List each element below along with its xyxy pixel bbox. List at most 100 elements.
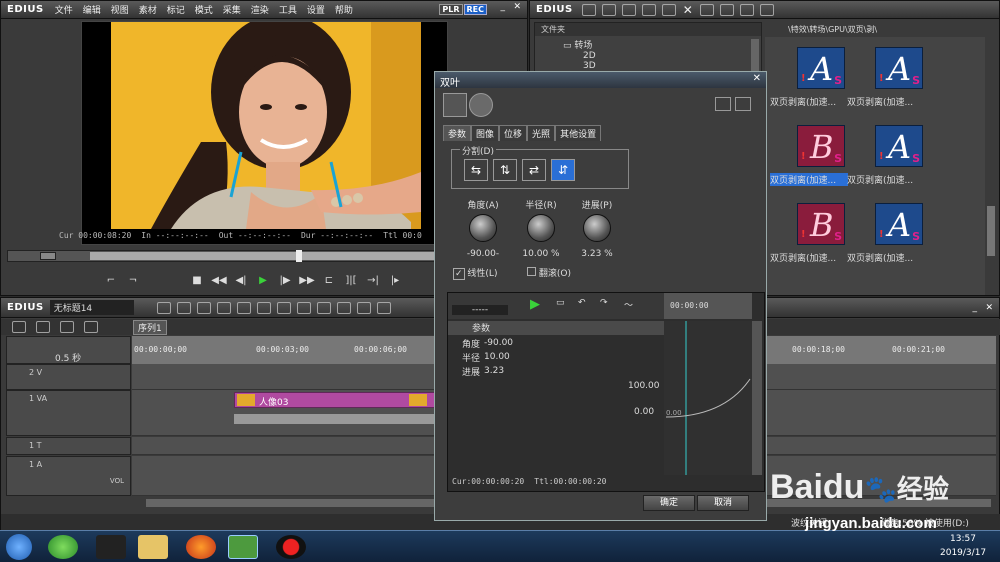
tool-icon-5[interactable] — [236, 301, 251, 314]
menu-item-3[interactable]: 素材 — [134, 6, 162, 16]
razor-icon[interactable] — [36, 321, 50, 333]
rewind-icon[interactable]: ◀◀ — [209, 272, 229, 288]
lock-icon[interactable] — [759, 3, 774, 16]
layers-icon[interactable] — [621, 3, 636, 16]
angle-knob[interactable] — [469, 214, 497, 242]
stop-icon[interactable]: ■ — [187, 272, 207, 288]
set-out-icon[interactable]: ¬ — [123, 272, 143, 288]
firefox-icon[interactable] — [186, 535, 216, 559]
kf-play-icon[interactable]: ▶ — [530, 297, 540, 312]
thumb-4[interactable]: B! S — [797, 203, 845, 245]
thumb-1[interactable]: A! S — [875, 47, 923, 89]
tool-icon-2[interactable] — [176, 301, 191, 314]
clip-audio[interactable] — [234, 414, 438, 424]
close-icon[interactable]: ✕ — [985, 303, 993, 313]
kf-vscroll[interactable] — [752, 321, 762, 475]
kf-redo-icon[interactable]: ↷ — [600, 298, 608, 308]
param-progress[interactable]: 进展 3.23 — [462, 364, 662, 378]
tool-icon-11[interactable] — [356, 301, 371, 314]
close-icon[interactable]: ✕ — [513, 2, 521, 12]
in-out-icon[interactable]: ]|[ — [341, 272, 361, 288]
menu-item-2[interactable]: 视图 — [106, 6, 134, 16]
menu-item-8[interactable]: 工具 — [274, 6, 302, 16]
menu-item-7[interactable]: 渲染 — [246, 6, 274, 16]
kf-combo[interactable]: ----- — [452, 305, 508, 315]
menu-item-6[interactable]: 采集 — [218, 6, 246, 16]
split-vertical-button[interactable]: ⇅ — [493, 159, 517, 181]
folder-2d[interactable]: 2D — [535, 51, 761, 61]
palette-icon[interactable] — [443, 93, 467, 117]
delete-icon[interactable]: ✕ — [683, 3, 693, 17]
minimize-icon[interactable]: _ — [501, 2, 506, 12]
kf-ruler[interactable]: 00:00:00 — [664, 293, 752, 319]
kf-graph-icon[interactable]: 〜 — [624, 298, 633, 311]
recorder-icon[interactable] — [276, 535, 306, 559]
folder-3d[interactable]: 3D — [535, 61, 761, 71]
view-icon[interactable] — [739, 3, 754, 16]
step-forward-icon[interactable]: |▶ — [275, 272, 295, 288]
folder-root[interactable]: ▭ 转场 — [535, 38, 761, 51]
insert-icon[interactable]: →| — [363, 272, 383, 288]
dialog-tab-2[interactable]: 位移 — [499, 125, 528, 141]
tool-icon-7[interactable] — [276, 301, 291, 314]
dialog-tab-0[interactable]: 参数 — [443, 125, 472, 141]
qq-icon[interactable] — [96, 535, 126, 559]
tool-icon-10[interactable] — [336, 301, 351, 314]
thumb-2[interactable]: B! S — [797, 125, 845, 167]
overwrite-icon[interactable]: |▸ — [385, 272, 405, 288]
monitor-icon[interactable] — [601, 3, 616, 16]
tool-icon-9[interactable] — [316, 301, 331, 314]
kf-monitor-icon[interactable]: ▭ — [556, 298, 565, 308]
kf-undo-icon[interactable]: ↶ — [578, 298, 586, 308]
effects-icon[interactable] — [699, 3, 714, 16]
track-header-1va[interactable]: 1 VA — [6, 390, 131, 436]
snap-icon[interactable] — [84, 321, 98, 333]
split-horizontal-button[interactable]: ⇆ — [464, 159, 488, 181]
track-header-1a[interactable]: 1 A VOL — [6, 456, 131, 496]
kf-param-header[interactable]: 参数 — [448, 321, 664, 335]
menu-item-10[interactable]: 帮助 — [330, 6, 358, 16]
load-preset-icon[interactable] — [735, 97, 751, 111]
kf-graph[interactable]: 0.00 — [664, 321, 752, 475]
app-icon-green[interactable] — [48, 535, 78, 559]
menu-item-5[interactable]: 模式 — [190, 6, 218, 16]
minimize-icon[interactable]: _ — [973, 303, 978, 313]
arrow-icon[interactable] — [641, 3, 656, 16]
split-horizontal-alt-button[interactable]: ⇄ — [522, 159, 546, 181]
loop-icon[interactable]: ⊏ — [319, 272, 339, 288]
thumb-3[interactable]: A! S — [875, 125, 923, 167]
tool-icon-3[interactable] — [196, 301, 211, 314]
menu-item-4[interactable]: 标记 — [162, 6, 190, 16]
rec-toggle[interactable]: REC — [463, 4, 487, 15]
param-radius[interactable]: 半径 10.00 — [462, 350, 662, 364]
menu-item-0[interactable]: 文件 — [50, 6, 78, 16]
dialog-tab-4[interactable]: 其他设置 — [555, 125, 602, 141]
menu-item-1[interactable]: 编辑 — [78, 6, 106, 16]
param-angle[interactable]: 角度 -90.00 — [462, 336, 662, 350]
shuttle-handle[interactable] — [40, 252, 56, 260]
tool-icon-1[interactable] — [156, 301, 171, 314]
split-vertical-alt-button[interactable]: ⇵ — [551, 159, 575, 181]
start-icon[interactable] — [6, 534, 32, 560]
tool-icon-4[interactable] — [216, 301, 231, 314]
linear-checkbox[interactable]: ✓ 线性(L) — [453, 266, 497, 280]
dialog-tab-1[interactable]: 图像 — [471, 125, 500, 141]
list-icon[interactable] — [719, 3, 734, 16]
tool-icon-6[interactable] — [256, 301, 271, 314]
scrub-bar[interactable] — [7, 250, 437, 262]
playhead-marker[interactable] — [296, 250, 302, 262]
tool-icon-12[interactable] — [376, 301, 391, 314]
track-header-1t[interactable]: 1 T — [6, 437, 131, 455]
progress-knob[interactable] — [583, 214, 611, 242]
dialog-close-icon[interactable]: ✕ — [753, 73, 761, 84]
thumb-0[interactable]: A! S — [797, 47, 845, 89]
clip-portrait[interactable]: 人像03 — [234, 392, 438, 408]
sequence-tab[interactable]: 序列1 — [133, 320, 167, 335]
bin-scrollbar[interactable] — [987, 206, 995, 256]
step-back-icon[interactable]: ◀| — [231, 272, 251, 288]
thumb-5[interactable]: A! S — [875, 203, 923, 245]
dialog-tab-3[interactable]: 光照 — [527, 125, 556, 141]
set-in-icon[interactable]: ⌐ — [101, 272, 121, 288]
edius-icon[interactable] — [228, 535, 258, 559]
save-preset-icon[interactable] — [715, 97, 731, 111]
